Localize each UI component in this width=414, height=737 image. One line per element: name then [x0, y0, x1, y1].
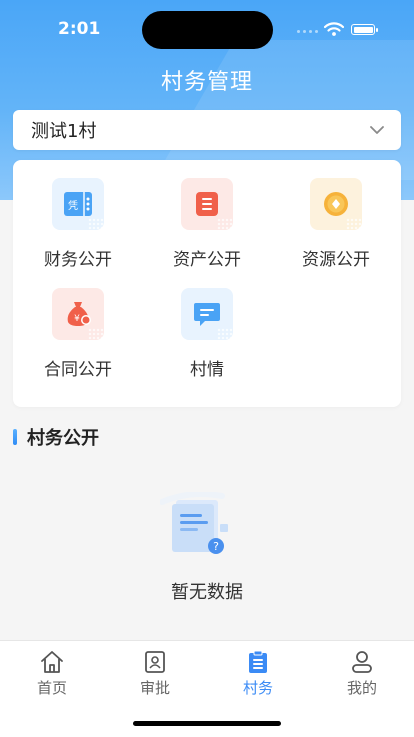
tab-mine[interactable]: 我的 [310, 649, 414, 698]
menu-item-resources[interactable]: 资源公开 [271, 178, 401, 270]
tab-label: 我的 [346, 679, 377, 697]
chat-bubble-icon [181, 288, 235, 342]
tab-label: 首页 [36, 679, 67, 697]
wifi-icon [324, 22, 344, 36]
page-title: 村务管理 [160, 70, 253, 95]
money-bag-icon: ¥ [52, 288, 106, 342]
approval-icon [145, 651, 165, 673]
battery-icon [351, 24, 378, 35]
status-time: 2:01 [58, 19, 101, 39]
svg-text:¥: ¥ [74, 314, 80, 324]
tab-home[interactable]: 首页 [0, 649, 104, 698]
menu-item-label: 合同公开 [44, 360, 112, 380]
dynamic-island [142, 11, 273, 49]
empty-state-text: 暂无数据 [171, 582, 243, 603]
home-indicator [133, 721, 281, 726]
voucher-icon: 凭 [52, 178, 106, 232]
clipboard-icon [249, 650, 267, 673]
menu-item-finance[interactable]: 凭 财务公开 [13, 178, 143, 270]
signal-icon [297, 30, 318, 33]
svg-text:凭: 凭 [68, 199, 78, 212]
menu-grid: 凭 财务公开 资产公开 资源公开 ¥ 合同公开 村情 [13, 160, 401, 407]
section-accent-bar [13, 429, 17, 445]
home-icon [41, 651, 63, 673]
empty-document-icon: ? [160, 492, 228, 554]
document-list-icon [181, 178, 235, 232]
menu-item-label: 村情 [190, 360, 224, 380]
tab-label: 村务 [242, 679, 273, 697]
menu-item-contracts[interactable]: ¥ 合同公开 [13, 288, 143, 380]
tab-village-affairs[interactable]: 村务 [206, 649, 310, 698]
tab-approval[interactable]: 审批 [103, 649, 207, 698]
menu-item-assets[interactable]: 资产公开 [142, 178, 272, 270]
chevron-down-icon [370, 126, 384, 134]
menu-item-label: 财务公开 [44, 250, 112, 270]
menu-item-label: 资产公开 [173, 250, 241, 270]
village-select[interactable]: 测试1村 [13, 110, 401, 150]
svg-text:?: ? [213, 540, 219, 553]
menu-item-village-info[interactable]: 村情 [142, 288, 272, 380]
user-icon [352, 651, 372, 673]
tab-label: 审批 [139, 679, 170, 697]
village-select-value: 测试1村 [31, 121, 97, 142]
section-header: 村务公开 [13, 424, 99, 450]
coin-icon [310, 178, 364, 232]
section-title: 村务公开 [27, 428, 99, 449]
menu-item-label: 资源公开 [302, 250, 370, 270]
